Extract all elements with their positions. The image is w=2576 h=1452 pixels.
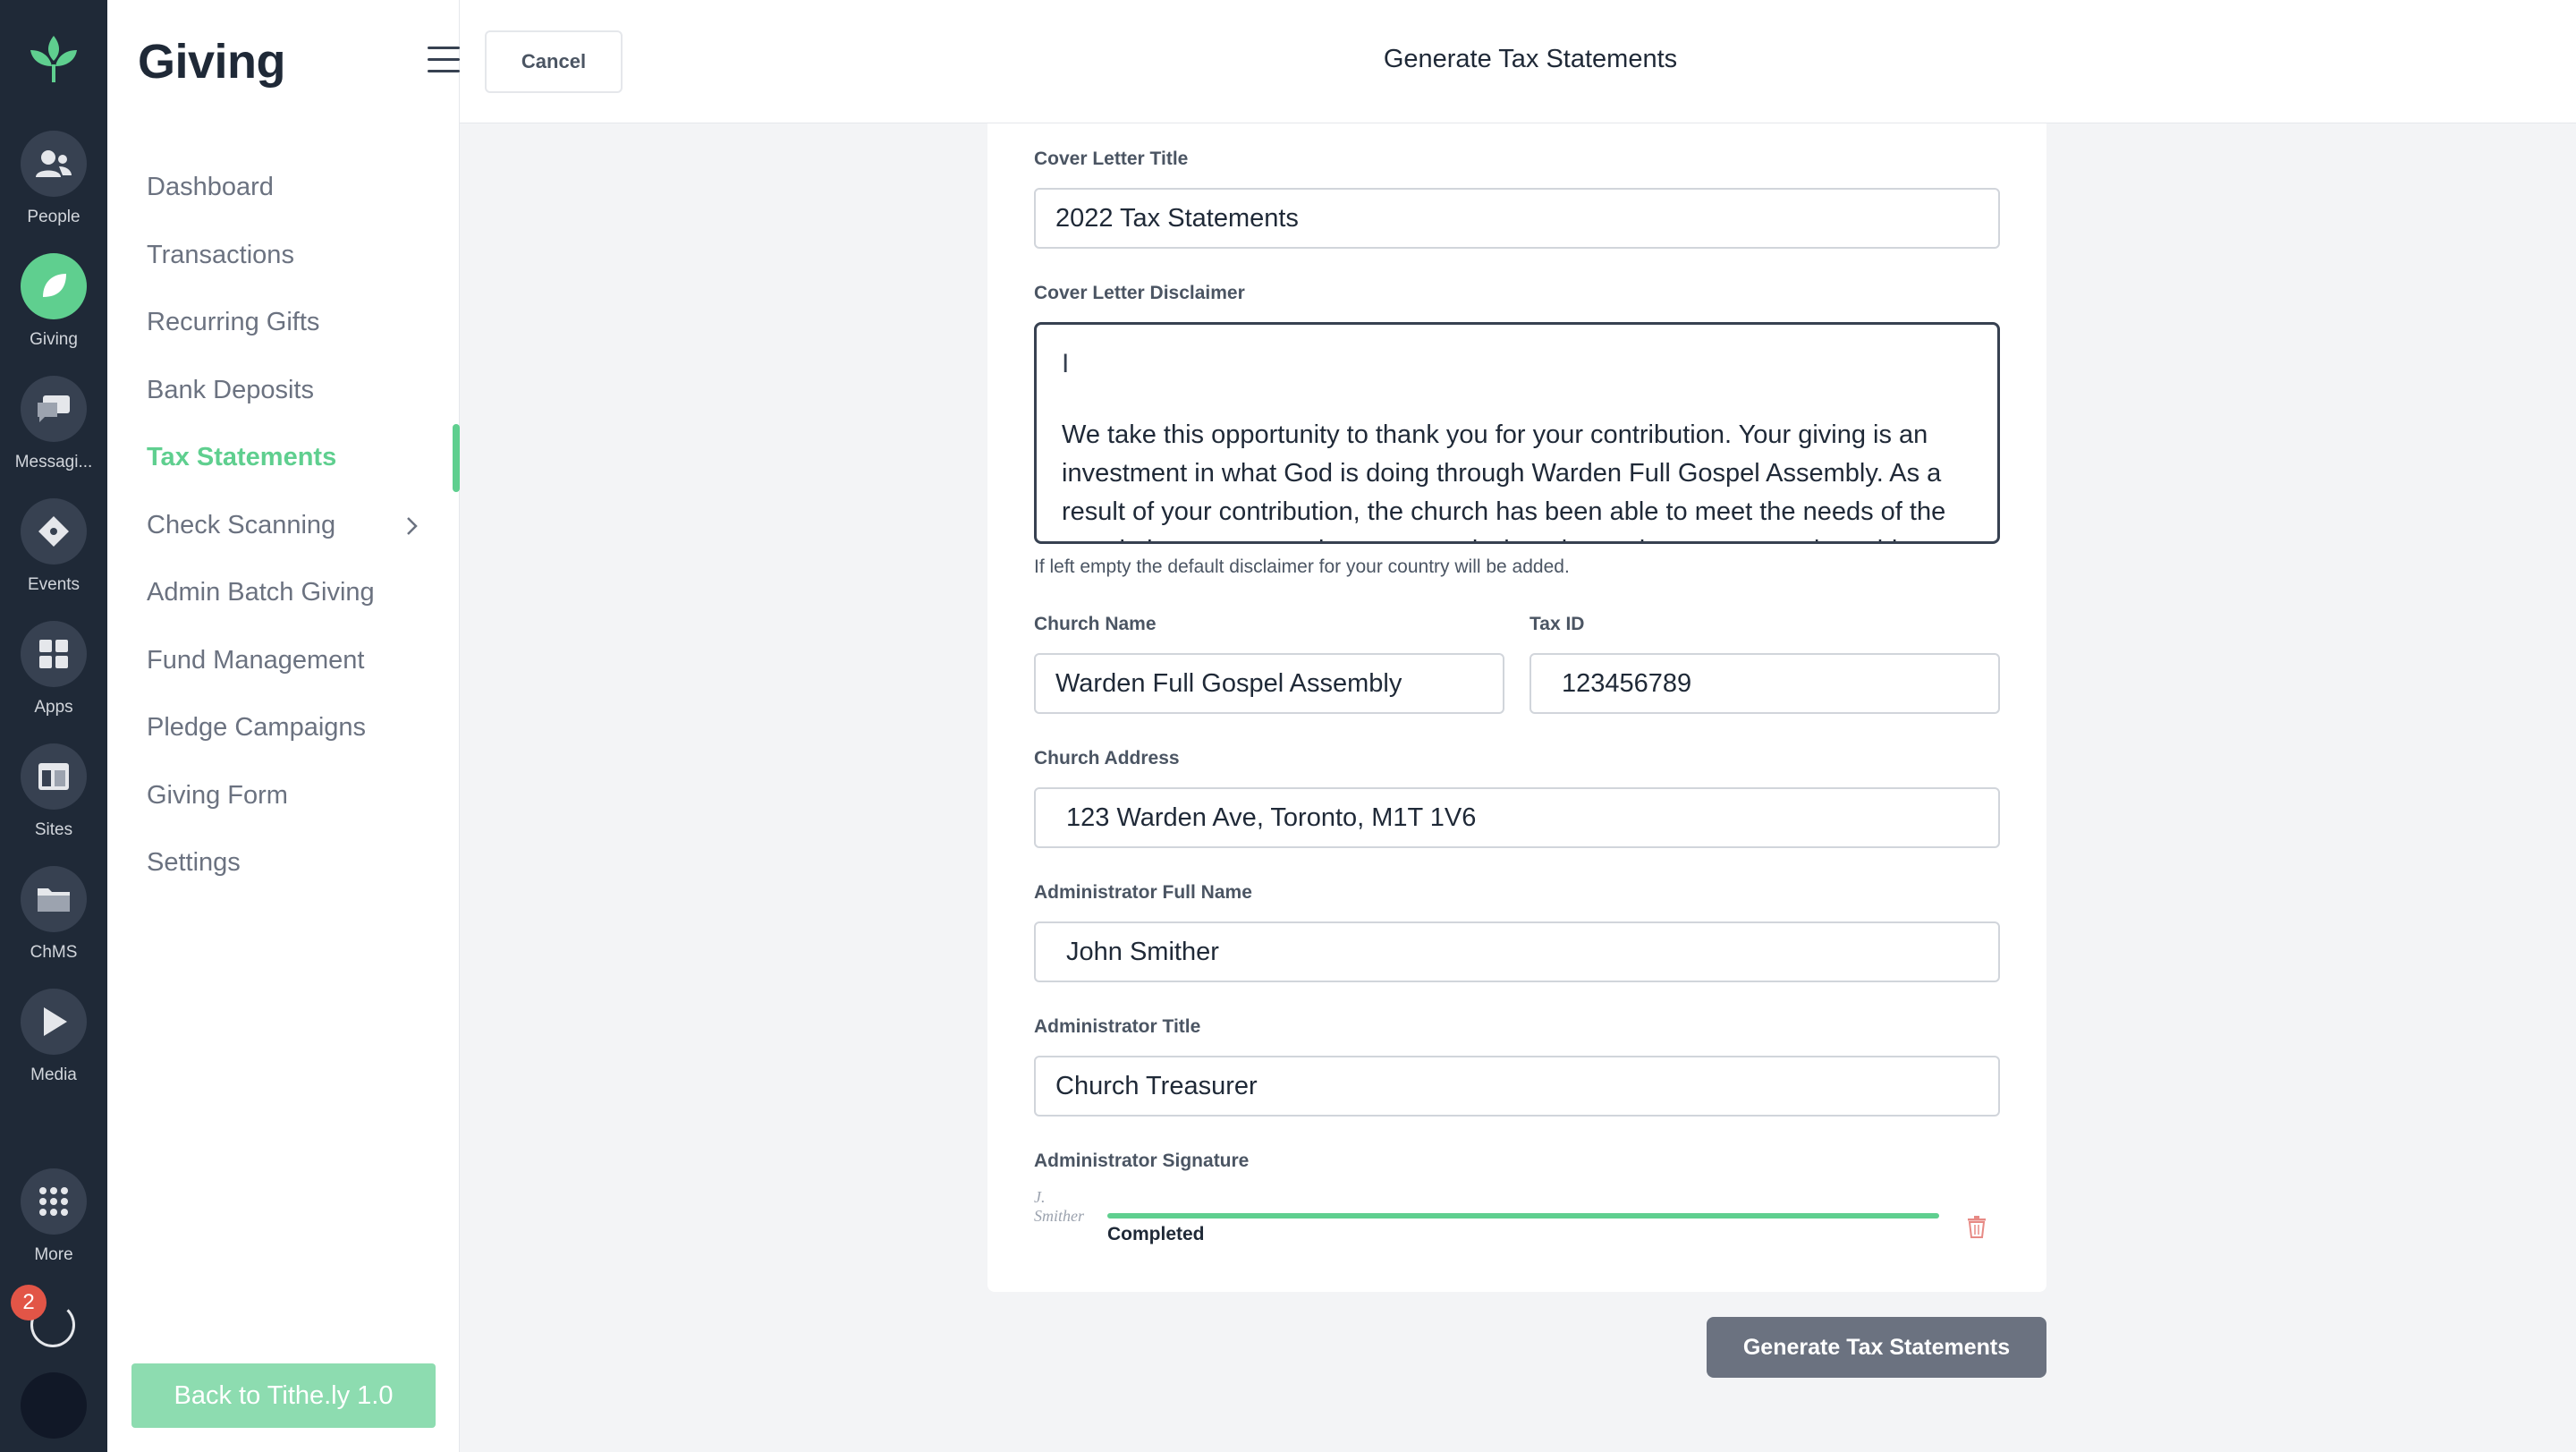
generate-tax-statements-button[interactable]: Generate Tax Statements	[1707, 1317, 2046, 1378]
sidebar-item-dashboard[interactable]: Dashboard	[107, 154, 460, 222]
tithely-logo-icon[interactable]	[25, 30, 82, 88]
rail-item-messaging[interactable]: Messagi...	[0, 376, 107, 483]
rail-label: ChMS	[30, 943, 78, 962]
rail-label: Messagi...	[14, 453, 93, 471]
page-header: Cancel Generate Tax Statements	[460, 0, 2576, 123]
back-to-tithely-button[interactable]: Back to Tithe.ly 1.0	[131, 1363, 436, 1428]
rail-item-chms[interactable]: ChMS	[0, 866, 107, 973]
signature-thumbnail: J. Smither	[1034, 1188, 1084, 1225]
rail-item-events[interactable]: Events	[0, 498, 107, 606]
sidebar-title: Giving	[138, 35, 286, 89]
rail-item-sites[interactable]: Sites	[0, 743, 107, 851]
sites-icon	[21, 743, 87, 810]
folder-icon	[21, 866, 87, 932]
rail-label: Sites	[34, 820, 73, 839]
rail-item-people[interactable]: People	[0, 131, 107, 238]
rail-label: People	[27, 208, 80, 226]
upload-progress-bar	[1107, 1213, 1939, 1218]
rail-label: More	[34, 1245, 73, 1264]
church-name-input[interactable]: Warden Full Gospel Assembly	[1034, 653, 1504, 714]
cover-title-input[interactable]: 2022 Tax Statements	[1034, 188, 2000, 249]
rail-item-media[interactable]: Media	[0, 989, 107, 1096]
cover-title-label: Cover Letter Title	[1034, 149, 1189, 169]
active-indicator	[453, 424, 460, 492]
trash-icon[interactable]	[1966, 1215, 1987, 1238]
sidebar-item-admin-batch-giving[interactable]: Admin Batch Giving	[107, 559, 460, 627]
tax-id-input[interactable]: 123456789	[1530, 653, 2000, 714]
admin-title-label: Administrator Title	[1034, 1016, 1201, 1037]
rail-item-more[interactable]: More	[0, 1168, 107, 1276]
admin-name-input[interactable]: John Smither	[1034, 921, 2000, 982]
text-cursor-icon: I	[1062, 349, 1070, 378]
sidebar-item-check-scanning[interactable]: Check Scanning	[107, 492, 460, 560]
rail-label: Apps	[34, 698, 73, 717]
sidebar-item-pledge-campaigns[interactable]: Pledge Campaigns	[107, 694, 460, 762]
user-avatar[interactable]	[21, 1372, 87, 1439]
rail-label: Events	[27, 575, 80, 594]
sidebar-item-transactions[interactable]: Transactions	[107, 222, 460, 290]
sidebar-item-bank-deposits[interactable]: Bank Deposits	[107, 357, 460, 425]
disclaimer-helper: If left empty the default disclaimer for…	[1034, 556, 1570, 577]
rail-item-apps[interactable]: Apps	[0, 621, 107, 728]
rail-label: Giving	[30, 330, 78, 349]
giving-sidebar: Giving Dashboard Transactions Recurring …	[107, 0, 460, 1452]
more-dots-icon	[21, 1168, 87, 1235]
admin-name-label: Administrator Full Name	[1034, 882, 1252, 903]
disclaimer-text: We take this opportunity to thank you fo…	[1062, 420, 1946, 541]
disclaimer-label: Cover Letter Disclaimer	[1034, 283, 1245, 303]
chevron-right-icon[interactable]	[401, 515, 422, 537]
rail-item-giving[interactable]: Giving	[0, 253, 107, 361]
sidebar-item-tax-statements[interactable]: Tax Statements	[107, 424, 460, 492]
admin-title-input[interactable]: Church Treasurer	[1034, 1056, 2000, 1117]
sidebar-item-settings[interactable]: Settings	[107, 829, 460, 897]
play-icon	[21, 989, 87, 1055]
upload-status: Completed	[1107, 1224, 1205, 1244]
message-icon	[21, 376, 87, 442]
sidebar-item-giving-form[interactable]: Giving Form	[107, 762, 460, 830]
people-icon	[21, 131, 87, 197]
tax-id-label: Tax ID	[1530, 614, 1585, 634]
notification-badge[interactable]: 2	[11, 1285, 47, 1320]
church-name-label: Church Name	[1034, 614, 1157, 634]
cancel-button[interactable]: Cancel	[485, 30, 623, 93]
church-address-input[interactable]: 123 Warden Ave, Toronto, M1T 1V6	[1034, 787, 2000, 848]
rail-label: Media	[30, 1066, 77, 1084]
sidebar-item-label: Check Scanning	[147, 510, 336, 539]
upload-progress-fill	[1107, 1213, 1939, 1218]
giving-leaf-icon	[21, 253, 87, 319]
hamburger-menu-icon[interactable]	[428, 47, 460, 73]
ticket-icon	[21, 498, 87, 565]
disclaimer-textarea[interactable]: I We take this opportunity to thank you …	[1034, 322, 2000, 544]
tax-statement-form: Cover Letter Title 2022 Tax Statements C…	[987, 123, 2046, 1292]
app-rail: People Giving Messagi... Events Apps Sit…	[0, 0, 107, 1452]
sidebar-nav: Dashboard Transactions Recurring Gifts B…	[107, 154, 460, 897]
sidebar-item-recurring-gifts[interactable]: Recurring Gifts	[107, 289, 460, 357]
church-address-label: Church Address	[1034, 748, 1180, 768]
apps-grid-icon	[21, 621, 87, 687]
page-title-text: Generate Tax Statements	[1383, 45, 1678, 73]
signature-label: Administrator Signature	[1034, 1151, 1250, 1171]
sidebar-item-fund-management[interactable]: Fund Management	[107, 627, 460, 695]
